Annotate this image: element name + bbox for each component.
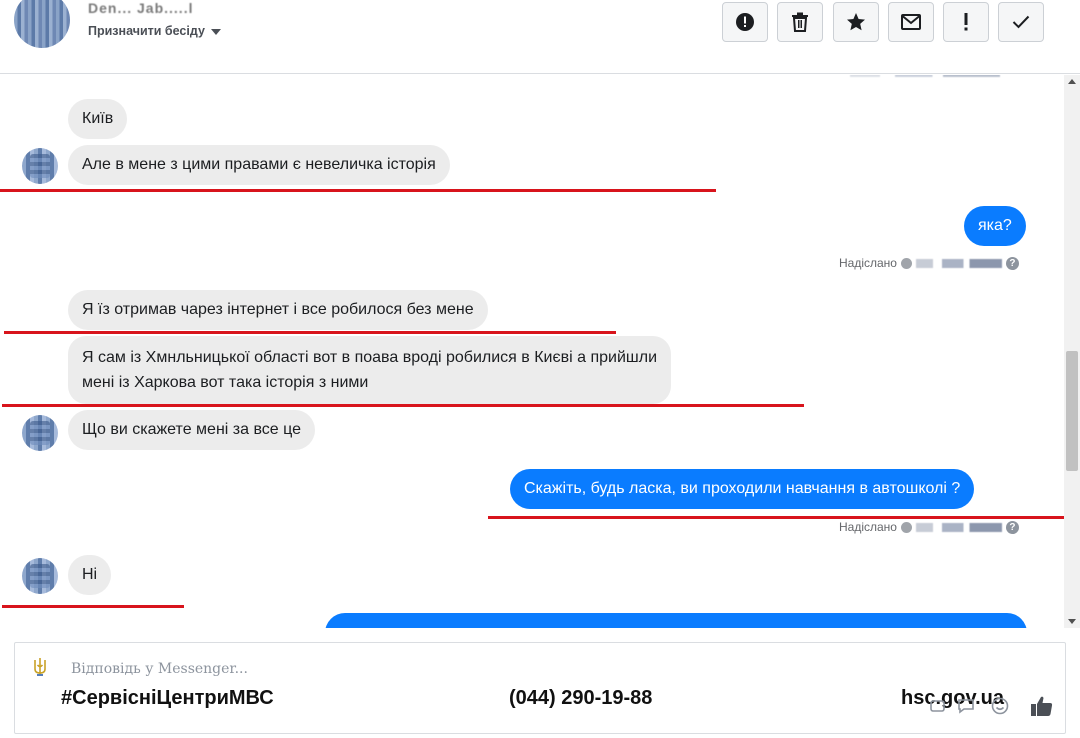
mark-spam-button[interactable]: [722, 2, 768, 42]
message-incoming[interactable]: Київ: [68, 99, 128, 139]
trident-emblem-icon: [34, 658, 46, 676]
mark-done-button[interactable]: [998, 2, 1044, 42]
assign-conversation-label: Призначити бесіду: [88, 24, 205, 38]
flag-button[interactable]: [943, 2, 989, 42]
delete-button[interactable]: [777, 2, 823, 42]
saved-replies-icon[interactable]: [955, 695, 977, 717]
annotation-underline: [0, 189, 716, 192]
help-icon[interactable]: ?: [1005, 520, 1019, 534]
annotation-underline: [488, 516, 1064, 519]
message-outgoing-partial[interactable]: [325, 613, 1027, 628]
star-icon: [847, 13, 865, 31]
message-incoming[interactable]: Що ви скажете мені за все це: [68, 410, 315, 450]
sent-check-icon: [900, 257, 912, 269]
message-incoming[interactable]: Я їз отримав чарез інтернет і все робило…: [68, 290, 488, 330]
reply-composer: Відповідь у Messenger... #СервісніЦентри…: [14, 642, 1066, 734]
contact-avatar-small[interactable]: [22, 148, 58, 184]
reply-input[interactable]: Відповідь у Messenger...: [71, 661, 248, 677]
message-outgoing[interactable]: Скажіть, будь ласка, ви проходили навчан…: [510, 469, 975, 509]
contact-name[interactable]: Den... Jab.....l: [88, 0, 220, 14]
assign-conversation-dropdown[interactable]: Призначити бесіду: [88, 24, 221, 38]
scroll-thumb[interactable]: [1066, 351, 1078, 471]
emoji-icon[interactable]: [989, 695, 1011, 717]
annotation-underline: [2, 605, 184, 608]
annotation-underline: [4, 331, 616, 334]
sent-label: Надіслано: [839, 520, 897, 534]
message-incoming[interactable]: Ні: [68, 555, 112, 595]
sender-name-redacted: [915, 258, 1002, 268]
message-status: Надіслано ?: [839, 520, 1019, 534]
message-incoming-multiline[interactable]: Я сам із Хмнльницької області вот в поав…: [68, 336, 672, 404]
envelope-icon: [901, 14, 921, 30]
message-line: Я сам із Хмнльницької області вот в поав…: [82, 349, 658, 366]
contact-avatar-small[interactable]: [22, 558, 58, 594]
message-incoming[interactable]: Але в мене з цими правами є невеличка іс…: [68, 145, 450, 185]
status-cutoff: [850, 75, 1000, 77]
like-thumb-icon[interactable]: [1029, 695, 1055, 717]
annotation-underline: [2, 404, 804, 407]
conversation-header: Den... Jab.....l Призначити бесіду: [0, 0, 1080, 74]
scroll-down-icon[interactable]: [1068, 619, 1076, 624]
sent-label: Надіслано: [839, 256, 897, 270]
sender-name-redacted: [915, 522, 1002, 532]
caret-down-icon: [210, 28, 221, 35]
chat-scrollbar[interactable]: [1064, 75, 1080, 628]
sent-check-icon: [900, 521, 912, 533]
message-status: Надіслано ?: [839, 256, 1019, 270]
help-icon[interactable]: ?: [1005, 256, 1019, 270]
attachment-icon[interactable]: [927, 695, 949, 717]
contact-avatar[interactable]: [14, 0, 70, 48]
contact-avatar-small[interactable]: [22, 415, 58, 451]
check-icon: [1012, 15, 1030, 29]
hashtag-label: #СервісніЦентриМВС: [61, 687, 274, 709]
message-outgoing[interactable]: яка?: [964, 206, 1026, 246]
star-button[interactable]: [833, 2, 879, 42]
trash-icon: [792, 12, 808, 32]
exclamation-icon: [964, 13, 968, 31]
scroll-up-icon[interactable]: [1068, 79, 1076, 84]
message-line: мені із Харкова вот така історія з ними: [82, 374, 369, 391]
message-thread[interactable]: Київ Але в мене з цими правами є невелич…: [0, 75, 1064, 628]
alert-circle-icon: [736, 13, 754, 31]
phone-number: (044) 290-19-88: [509, 687, 653, 709]
mark-unread-button[interactable]: [888, 2, 934, 42]
